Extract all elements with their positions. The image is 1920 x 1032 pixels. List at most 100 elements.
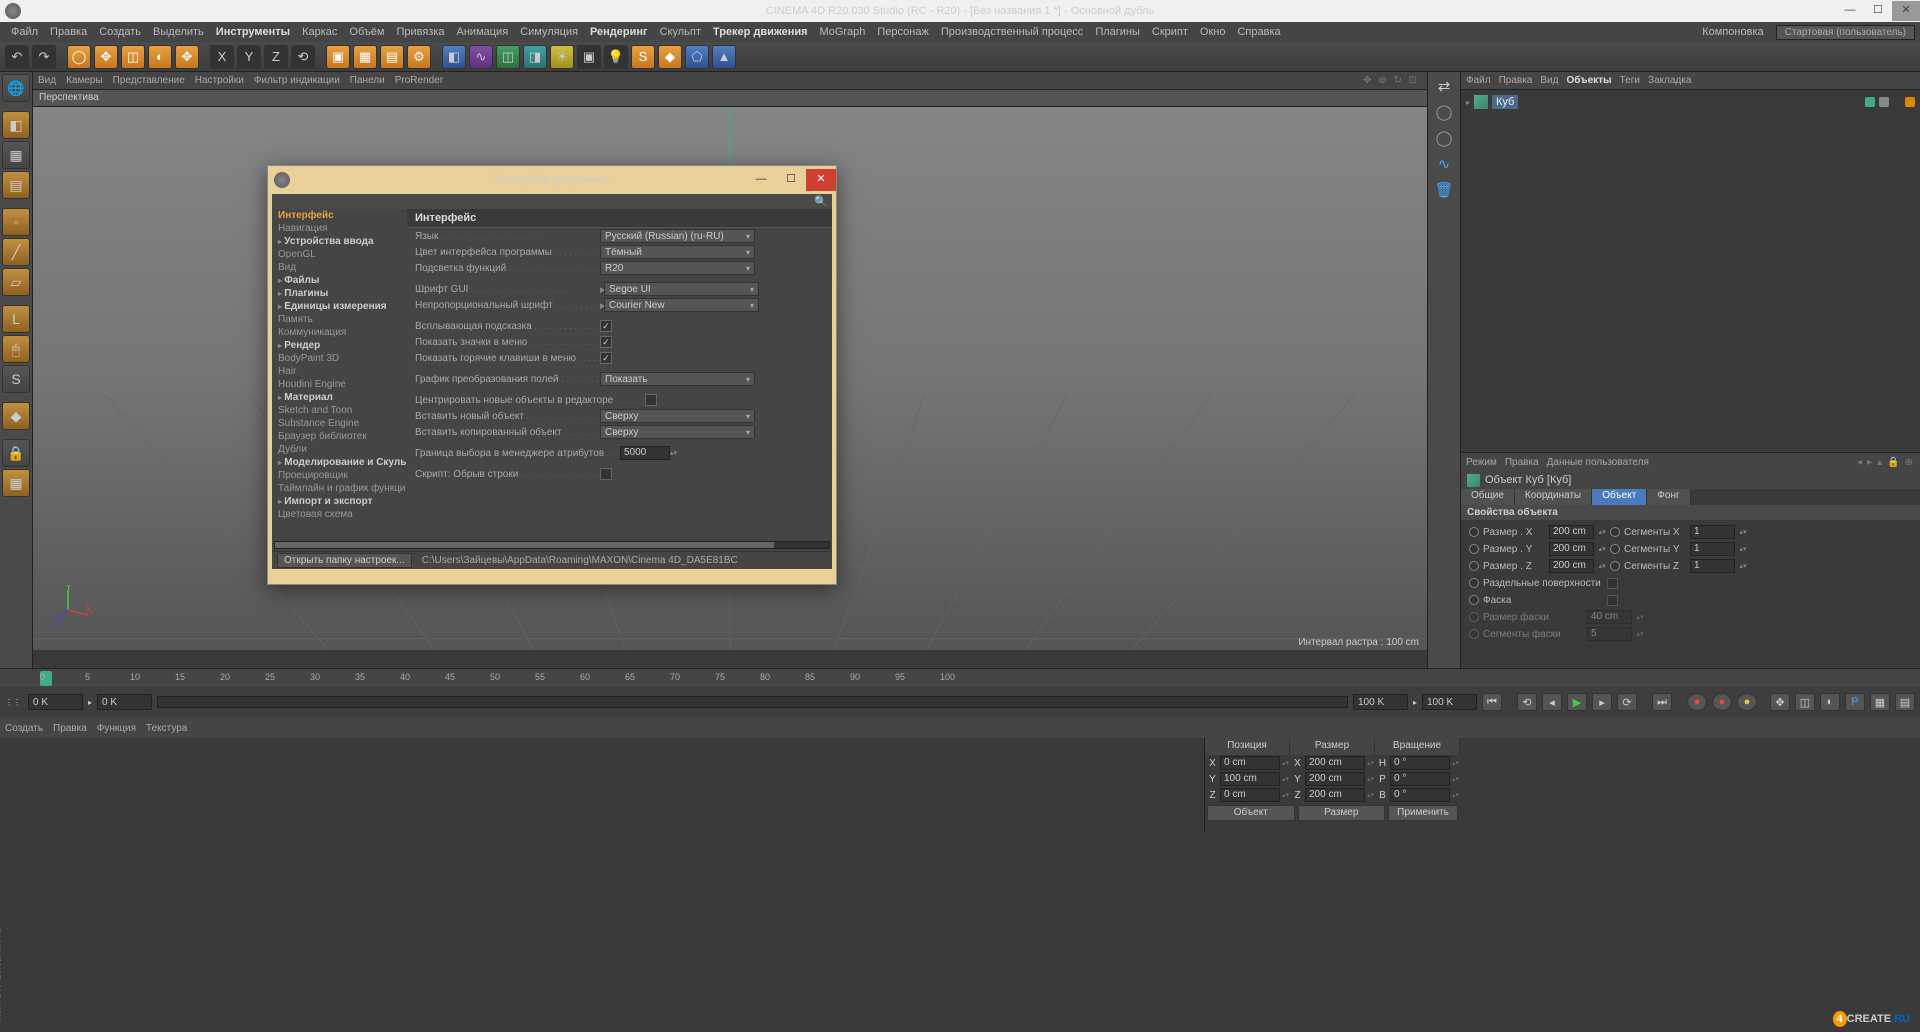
motion-tracker-button[interactable]: ◆ [658, 45, 682, 69]
light-button[interactable]: 💡 [604, 45, 628, 69]
mograph-button[interactable]: S [631, 45, 655, 69]
menu-Привязка[interactable]: Привязка [390, 26, 450, 38]
undo-button[interactable]: ↶ [5, 45, 29, 69]
size-y-input[interactable]: 200 cm [1549, 542, 1594, 556]
pos-x-input[interactable]: 0 cm [1220, 756, 1280, 770]
menu-Персонаж[interactable]: Персонаж [871, 26, 934, 38]
size-x-coord-input[interactable]: 200 cm [1305, 756, 1365, 770]
minimize-button[interactable]: — [1836, 1, 1864, 21]
attr-nav-up[interactable]: ▴ [1875, 457, 1884, 468]
object-row-cube[interactable]: ▸ Куб [1465, 94, 1916, 110]
polygon-mode-button[interactable]: ▱ [2, 268, 30, 296]
tweak-mode-button[interactable]: 🖱 [2, 335, 30, 363]
center-new-checkbox[interactable] [645, 394, 657, 406]
snap-button[interactable]: S [2, 365, 30, 393]
render-pv-button[interactable]: ▤ [380, 45, 404, 69]
attr-tab-Координаты[interactable]: Координаты [1515, 489, 1592, 505]
open-prefs-folder-button[interactable]: Открыть папку настроек... [277, 553, 412, 568]
visibility-editor-flag[interactable] [1865, 97, 1875, 107]
prev-key-button[interactable]: ⟲ [1517, 693, 1537, 711]
dialog-maximize-button[interactable]: ☐ [776, 169, 806, 191]
attr-menu-Режим[interactable]: Режим [1466, 457, 1497, 468]
mat-menu-Функция[interactable]: Функция [97, 723, 136, 734]
prefs-cat-Файлы[interactable]: Файлы [272, 274, 407, 287]
prefs-cat-Hair[interactable]: Hair [272, 365, 407, 378]
frame-max-input[interactable]: 100 K [1422, 694, 1477, 710]
snap-toggle-icon[interactable]: ⇄ [1430, 74, 1458, 98]
visibility-render-flag[interactable] [1879, 97, 1889, 107]
tooltip-checkbox[interactable] [600, 320, 612, 332]
phong-tag-icon[interactable] [1905, 97, 1915, 107]
size-z-input[interactable]: 200 cm [1549, 559, 1594, 573]
last-tool[interactable]: ✥ [175, 45, 199, 69]
insert-copy-select[interactable]: Сверху [600, 425, 755, 439]
prefs-cat-Houdini Engine[interactable]: Houdini Engine [272, 378, 407, 391]
prefs-tree-scrollbar[interactable] [274, 541, 830, 549]
fillet-checkbox[interactable] [1607, 595, 1618, 606]
prefs-cat-Sketch and Toon[interactable]: Sketch and Toon [272, 404, 407, 417]
prefs-cat-Цветовая схема[interactable]: Цветовая схема [272, 508, 407, 521]
lock-button[interactable]: 🔒 [2, 439, 30, 467]
menu-Объём[interactable]: Объём [343, 26, 390, 38]
prefs-cat-BodyPaint 3D[interactable]: BodyPaint 3D [272, 352, 407, 365]
timeline-ruler[interactable]: 0510152025303540455055606570758085909510… [0, 669, 1920, 687]
objmgr-menu-Файл[interactable]: Файл [1466, 75, 1491, 86]
move-tool[interactable]: ✥ [94, 45, 118, 69]
attr-menu-Данные пользователя[interactable]: Данные пользователя [1547, 457, 1649, 468]
menu-Инструменты[interactable]: Инструменты [210, 26, 296, 38]
coord-size-select[interactable]: Размер [1298, 805, 1386, 821]
view-menu-Фильтр индикации[interactable]: Фильтр индикации [254, 75, 340, 86]
menu-Создать[interactable]: Создать [93, 26, 147, 38]
prefs-cat-Рендер[interactable]: Рендер [272, 339, 407, 352]
seg-z-input[interactable]: 1 [1690, 559, 1735, 573]
prefs-cat-Навигация[interactable]: Навигация [272, 222, 407, 235]
field-graph-select[interactable]: Показать [600, 372, 755, 386]
object-mode-button[interactable]: ◧ [2, 111, 30, 139]
search-icon[interactable]: 🔍 [814, 195, 828, 208]
objmgr-menu-Вид[interactable]: Вид [1540, 75, 1558, 86]
color-scheme-select[interactable]: Тёмный [600, 245, 755, 259]
generator-button[interactable]: ◫ [496, 45, 520, 69]
menu-Плагины[interactable]: Плагины [1089, 26, 1146, 38]
mat-menu-Правка[interactable]: Правка [53, 723, 87, 734]
objmgr-menu-Закладка[interactable]: Закладка [1648, 75, 1691, 86]
axis-z-button[interactable]: Z [264, 45, 288, 69]
view-menu-Представление[interactable]: Представление [113, 75, 185, 86]
size-z-coord-input[interactable]: 200 cm [1305, 788, 1365, 802]
view-menu-Панели[interactable]: Панели [350, 75, 385, 86]
menu-Симуляция[interactable]: Симуляция [514, 26, 584, 38]
prefs-cat-Substance Engine[interactable]: Substance Engine [272, 417, 407, 430]
select-tool[interactable]: ◯ [67, 45, 91, 69]
prefs-cat-Вид[interactable]: Вид [272, 261, 407, 274]
view-menu-Вид[interactable]: Вид [38, 75, 56, 86]
cube-primitive-button[interactable]: ◧ [442, 45, 466, 69]
attr-menu-Правка[interactable]: Правка [1505, 457, 1539, 468]
script-wrap-checkbox[interactable] [600, 468, 612, 480]
menu-Файл[interactable]: Файл [5, 26, 44, 38]
autokey-button[interactable]: ● [1712, 693, 1732, 711]
prefs-cat-Устройства ввода[interactable]: Устройства ввода [272, 235, 407, 248]
coord-apply-button[interactable]: Применить [1388, 805, 1458, 821]
material-panel[interactable] [0, 738, 1204, 833]
prefs-cat-Материал[interactable]: Материал [272, 391, 407, 404]
key-all-button[interactable]: ▦ [1870, 693, 1890, 711]
prefs-cat-Память[interactable]: Память [272, 313, 407, 326]
key-selection-button[interactable]: ● [1737, 693, 1757, 711]
menu-hotkeys-checkbox[interactable] [600, 352, 612, 364]
view-menu-Настройки[interactable]: Настройки [195, 75, 244, 86]
objmgr-menu-Правка[interactable]: Правка [1499, 75, 1533, 86]
feature-highlight-select[interactable]: R20 [600, 261, 755, 275]
next-key-button[interactable]: ⟳ [1617, 693, 1637, 711]
language-select[interactable]: Русский (Russian) (ru-RU) [600, 229, 755, 243]
fcurve-button[interactable]: ▤ [1895, 693, 1915, 711]
pos-z-input[interactable]: 0 cm [1220, 788, 1280, 802]
sphere-icon[interactable]: ◯ [1430, 100, 1458, 124]
deformer-button[interactable]: ◨ [523, 45, 547, 69]
layout-label[interactable]: Компоновка [1696, 26, 1769, 38]
object-tree[interactable]: ▸ Куб [1461, 90, 1920, 450]
prefs-cat-Моделирование и Скульпт[interactable]: Моделирование и Скульпт [272, 456, 407, 469]
record-button[interactable]: ● [1687, 693, 1707, 711]
mat-menu-Создать[interactable]: Создать [5, 723, 43, 734]
view-menu-ProRender[interactable]: ProRender [395, 75, 443, 86]
rotate-tool[interactable]: ◐ [148, 45, 172, 69]
